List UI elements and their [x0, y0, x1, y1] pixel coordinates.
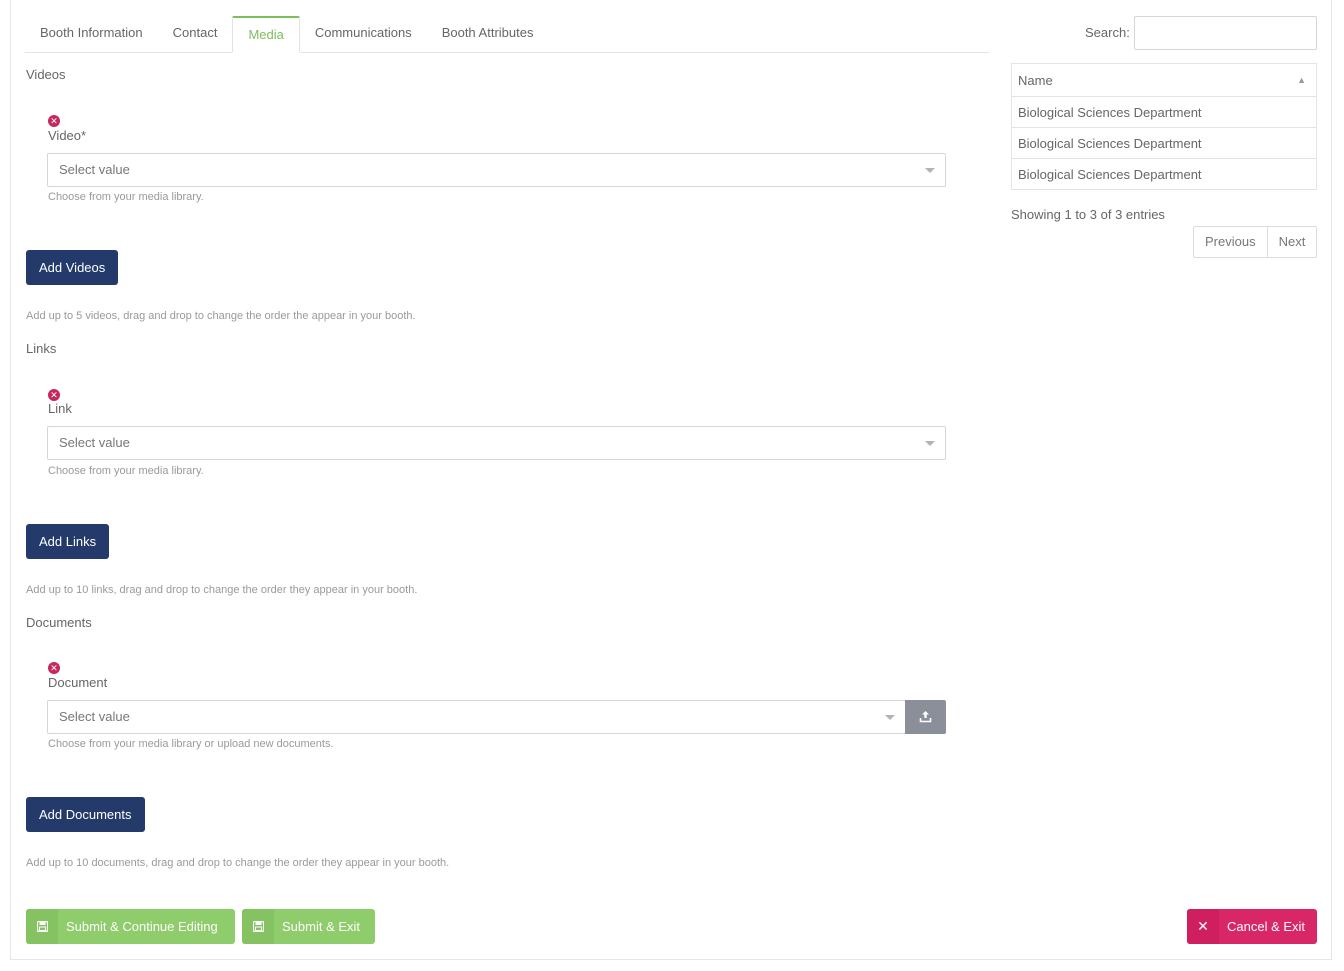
search-input[interactable]: [1134, 16, 1317, 50]
links-note: Add up to 10 links, drag and drop to cha…: [26, 584, 418, 596]
tab-communications[interactable]: Communications: [300, 16, 427, 51]
link-select-placeholder: Select value: [59, 435, 130, 450]
add-links-button[interactable]: Add Links: [26, 524, 110, 559]
name-column-header[interactable]: Name ▲: [1011, 63, 1317, 97]
save-icon: [26, 909, 58, 944]
next-page-button[interactable]: Next: [1266, 227, 1317, 257]
table-cell: Biological Sciences Department: [1011, 96, 1317, 128]
table-cell: Biological Sciences Department: [1011, 127, 1317, 159]
document-select[interactable]: Select value: [47, 700, 906, 734]
tab-booth-attributes[interactable]: Booth Attributes: [427, 16, 549, 51]
video-select-placeholder: Select value: [59, 162, 130, 177]
documents-section-title: Documents: [26, 615, 92, 630]
links-section-title: Links: [26, 341, 57, 356]
table-header-row: Name ▲: [1011, 63, 1317, 97]
chevron-down-icon: [925, 168, 935, 173]
link-select[interactable]: Select value: [47, 426, 946, 460]
upload-document-button[interactable]: [905, 700, 946, 734]
link-field-label: Link: [48, 401, 72, 416]
submit-exit-label: Submit & Exit: [282, 919, 361, 934]
chevron-down-icon: [885, 715, 895, 720]
save-icon: [242, 909, 274, 944]
documents-note: Add up to 10 documents, drag and drop to…: [26, 857, 450, 869]
tab-booth-information[interactable]: Booth Information: [25, 16, 158, 51]
table-row[interactable]: Biological Sciences Department: [1011, 96, 1317, 128]
videos-note: Add up to 5 videos, drag and drop to cha…: [26, 310, 416, 322]
sort-asc-icon: ▲: [1297, 75, 1306, 85]
name-column-label: Name: [1018, 72, 1053, 88]
tab-bar: Booth Information Contact Media Communic…: [25, 16, 989, 53]
video-select[interactable]: Select value: [47, 153, 946, 187]
submit-exit-button[interactable]: Submit & Exit: [242, 909, 375, 944]
pagination: Previous Next: [1193, 226, 1318, 258]
tab-contact[interactable]: Contact: [158, 16, 233, 51]
cancel-exit-label: Cancel & Exit: [1227, 919, 1306, 934]
close-icon: ✕: [1187, 909, 1219, 944]
submit-continue-label: Submit & Continue Editing: [66, 919, 218, 934]
previous-page-button[interactable]: Previous: [1194, 227, 1267, 257]
table-info: Showing 1 to 3 of 3 entries: [1011, 207, 1165, 222]
document-help-text: Choose from your media library or upload…: [48, 738, 334, 750]
search-label: Search:: [1085, 25, 1130, 40]
submit-continue-button[interactable]: Submit & Continue Editing: [26, 909, 235, 944]
table-row[interactable]: Biological Sciences Department: [1011, 127, 1317, 159]
entries-table: Name ▲ Biological Sciences Department Bi…: [1011, 63, 1317, 190]
link-help-text: Choose from your media library.: [48, 465, 204, 477]
add-documents-button[interactable]: Add Documents: [26, 797, 145, 832]
add-videos-button[interactable]: Add Videos: [26, 250, 119, 285]
tab-media[interactable]: Media: [232, 16, 300, 53]
remove-document-icon[interactable]: ✕: [48, 662, 60, 674]
document-select-placeholder: Select value: [59, 709, 130, 724]
video-help-text: Choose from your media library.: [48, 191, 204, 203]
table-cell: Biological Sciences Department: [1011, 158, 1317, 190]
chevron-down-icon: [925, 441, 935, 446]
upload-icon: [919, 711, 932, 723]
table-row[interactable]: Biological Sciences Department: [1011, 158, 1317, 190]
video-field-label: Video*: [48, 128, 87, 143]
document-field-label: Document: [48, 675, 108, 690]
cancel-exit-button[interactable]: ✕ Cancel & Exit: [1187, 909, 1317, 944]
remove-video-icon[interactable]: ✕: [48, 115, 60, 127]
videos-section-title: Videos: [26, 67, 66, 82]
remove-link-icon[interactable]: ✕: [48, 389, 60, 401]
